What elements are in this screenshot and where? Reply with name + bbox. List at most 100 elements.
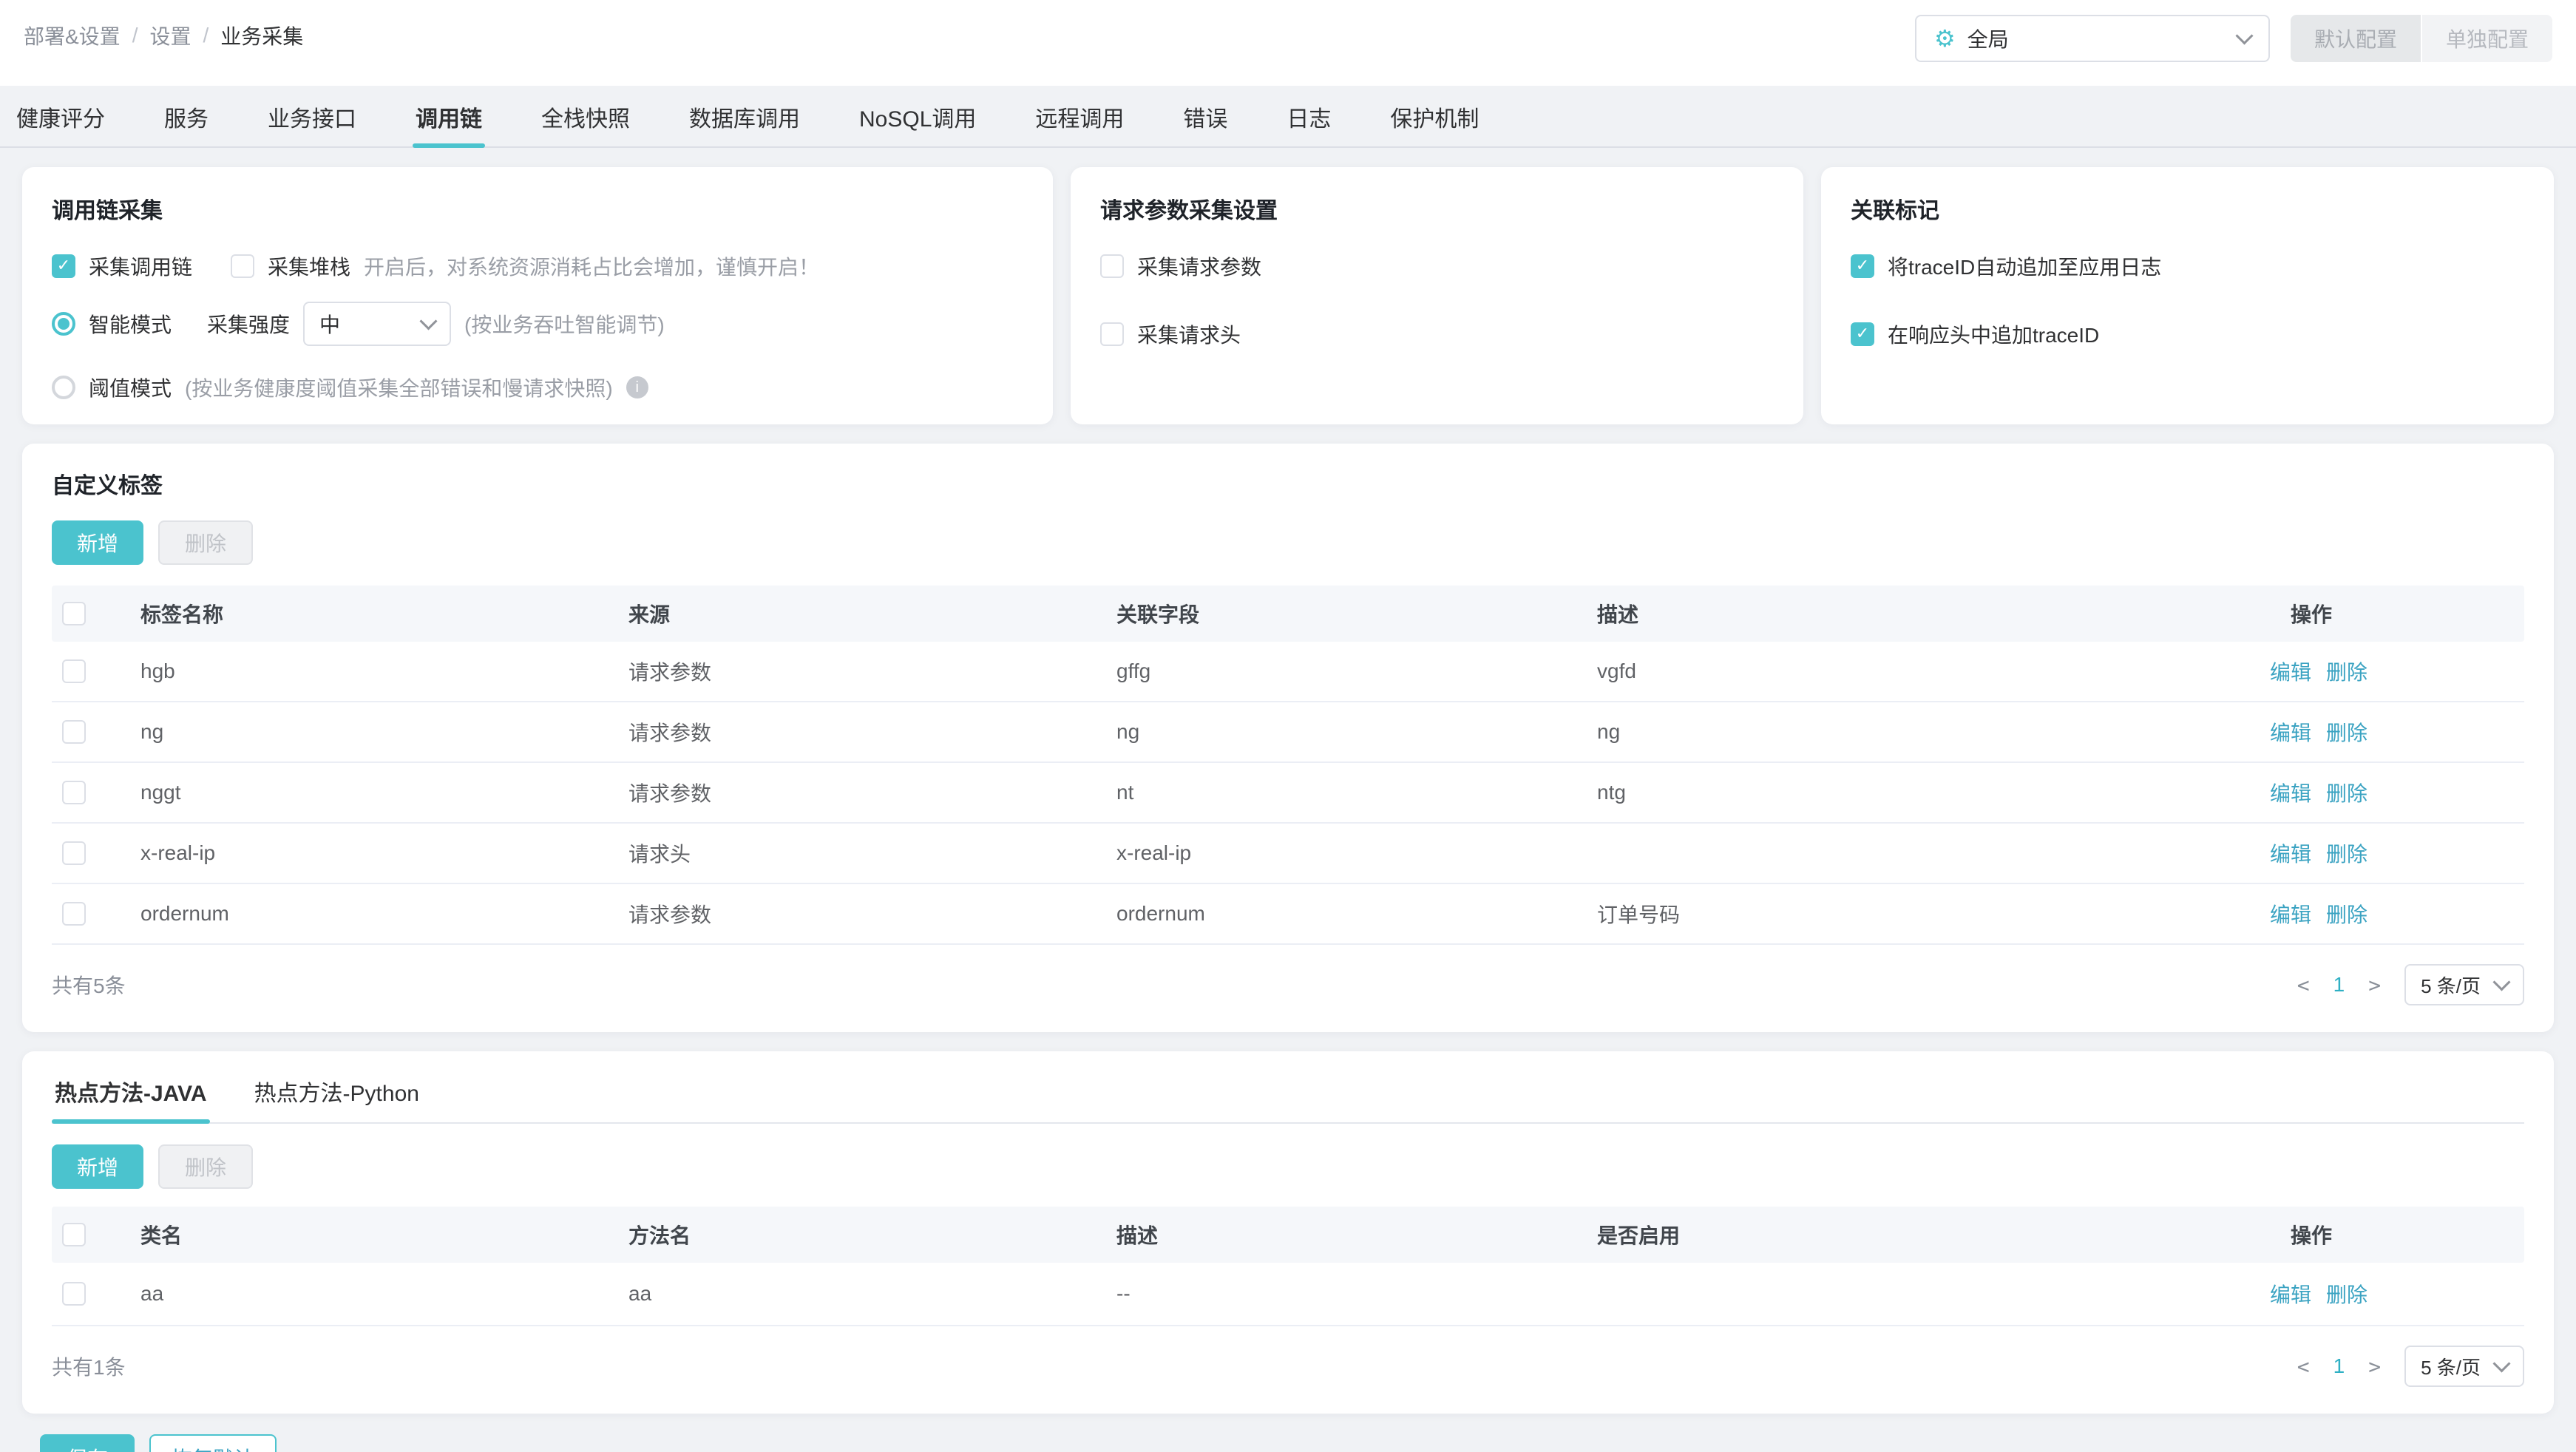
cell-field: gffg [1116,659,1151,682]
delete-method-button[interactable]: 删除 [158,1144,254,1189]
breadcrumb: 部署&设置 / 设置 / 业务采集 [24,15,303,50]
collect-trace-label: 采集调用链 [89,256,193,279]
pagination-prev-icon[interactable]: < [2297,1354,2310,1379]
page-size-select[interactable]: 5 条/页 [2404,1346,2524,1387]
delete-link[interactable]: 删除 [2326,657,2367,686]
collect-params-label: 采集请求参数 [1137,256,1262,279]
col-header-desc: 描述 [1116,1224,1159,1247]
default-config-button[interactable]: 默认配置 [2290,15,2422,62]
delete-link[interactable]: 删除 [2326,778,2367,807]
tab-hot-methods-python[interactable]: 热点方法-Python [251,1072,422,1122]
tab-nosql-call[interactable]: NoSQL调用 [856,95,979,146]
pagination-next-icon[interactable]: > [2368,1354,2381,1379]
reset-default-button[interactable]: 恢复默认 [149,1434,277,1452]
edit-link[interactable]: 编辑 [2270,778,2311,807]
edit-link[interactable]: 编辑 [2270,899,2311,929]
pagination-next-icon[interactable]: > [2368,973,2381,997]
tab-errors[interactable]: 错误 [1180,95,1230,146]
page-size-select[interactable]: 5 条/页 [2404,964,2524,1005]
select-all-checkbox[interactable] [62,1223,86,1246]
scope-select[interactable]: ⚙ 全局 [1914,15,2270,62]
row-checkbox[interactable] [62,720,86,744]
tab-business-api[interactable]: 业务接口 [265,95,359,146]
edit-link[interactable]: 编辑 [2270,717,2311,747]
edit-link[interactable]: 编辑 [2270,1279,2311,1309]
request-card-title: 请求参数采集设置 [1100,199,1278,223]
pagination-page-1[interactable]: 1 [2333,1354,2345,1378]
add-tag-button[interactable]: 新增 [52,520,144,565]
tab-remote-call[interactable]: 远程调用 [1032,95,1127,146]
chevron-down-icon [2235,26,2254,45]
col-header-field: 关联字段 [1116,603,1200,626]
tab-fullstack-snapshot[interactable]: 全栈快照 [538,95,633,146]
delete-link[interactable]: 删除 [2326,717,2367,747]
cell-tag-name: ng [140,720,164,743]
chevron-down-icon [2492,1354,2511,1373]
tab-service[interactable]: 服务 [161,95,211,146]
table-row: aa aa -- 关 编辑 删除 [52,1263,2524,1326]
collect-headers-checkbox[interactable] [1100,322,1124,346]
collect-trace-checkbox[interactable]: ✓ [52,254,75,278]
table-row: ordernum 请求参数 ordernum 订单号码 编辑 删除 [52,884,2524,945]
trace-card-title: 调用链采集 [52,199,163,223]
add-method-button[interactable]: 新增 [52,1144,144,1189]
delete-link[interactable]: 删除 [2326,838,2367,868]
delete-link[interactable]: 删除 [2326,899,2367,929]
tab-logs[interactable]: 日志 [1284,95,1334,146]
info-icon[interactable]: i [626,376,648,398]
business-collection-settings-page: 部署&设置 / 设置 / 业务采集 ⚙ 全局 默认配置 单独配置 健康评分 服务… [0,0,2576,1452]
config-mode-switch: 默认配置 单独配置 [2290,15,2552,62]
table-row: ng 请求参数 ng ng 编辑 删除 [52,702,2524,763]
cell-desc: ng [1597,720,1621,743]
tab-trace-chain[interactable]: 调用链 [413,95,485,148]
row-checkbox[interactable] [62,902,86,926]
tab-health-score[interactable]: 健康评分 [13,95,108,146]
cell-field: x-real-ip [1116,841,1192,864]
edit-link[interactable]: 编辑 [2270,657,2311,686]
intensity-label: 采集强度 [207,313,291,336]
table-row: x-real-ip 请求头 x-real-ip 编辑 删除 [52,824,2524,884]
save-button[interactable]: 保存 [40,1434,135,1452]
settings-cards-row: 调用链采集 ✓ 采集调用链 采集堆栈 开启后，对系统资源消耗占比会增加，谨慎开启… [22,167,2554,424]
top-bar: 部署&设置 / 设置 / 业务采集 ⚙ 全局 默认配置 单独配置 [0,0,2576,86]
smart-mode-radio[interactable] [52,312,75,336]
cell-tag-name: hgb [140,659,175,682]
breadcrumb-item-deploy-settings[interactable]: 部署&设置 [24,21,121,50]
breadcrumb-separator: / [132,24,138,47]
collect-params-checkbox[interactable] [1100,254,1124,278]
col-header-method-name: 方法名 [628,1224,691,1247]
relation-mark-card: 关联标记 ✓ 将traceID自动追加至应用日志 ✓ 在响应头中追加traceI… [1821,167,2554,424]
append-traceid-log-checkbox[interactable]: ✓ [1851,254,1874,278]
col-header-actions: 操作 [2291,1224,2333,1247]
edit-link[interactable]: 编辑 [2270,838,2311,868]
tab-database-call[interactable]: 数据库调用 [686,95,803,146]
pagination-page-1[interactable]: 1 [2333,973,2345,997]
trace-collection-card: 调用链采集 ✓ 采集调用链 采集堆栈 开启后，对系统资源消耗占比会增加，谨慎开启… [22,167,1053,424]
chevron-down-icon [419,311,438,330]
row-checkbox[interactable] [62,781,86,804]
col-header-actions: 操作 [2291,603,2333,626]
breadcrumb-item-settings[interactable]: 设置 [149,21,191,50]
collect-stack-checkbox[interactable] [231,254,255,278]
cell-source: 请求参数 [628,722,712,744]
col-header-desc: 描述 [1597,603,1639,626]
hot-methods-table: 类名 方法名 描述 是否启用 操作 aa aa -- 关 编辑 删除 [52,1207,2524,1326]
row-checkbox[interactable] [62,841,86,865]
table-row: nggt 请求参数 nt ntg 编辑 删除 [52,763,2524,824]
tab-protection[interactable]: 保护机制 [1387,95,1482,146]
separate-config-button[interactable]: 单独配置 [2421,15,2552,62]
tab-hot-methods-java[interactable]: 热点方法-JAVA [52,1072,210,1124]
pagination-prev-icon[interactable]: < [2297,973,2310,997]
request-params-card: 请求参数采集设置 采集请求参数 采集请求头 [1071,167,1803,424]
custom-tags-table-footer: 共有5条 < 1 > 5 条/页 [52,964,2524,1005]
col-header-enabled: 是否启用 [1597,1224,1681,1247]
row-checkbox[interactable] [62,1282,86,1306]
select-all-checkbox[interactable] [62,602,86,625]
delete-link[interactable]: 删除 [2326,1279,2367,1309]
append-traceid-response-checkbox[interactable]: ✓ [1851,322,1874,346]
delete-tag-button[interactable]: 删除 [158,520,254,565]
intensity-select[interactable]: 中 [303,302,452,346]
threshold-mode-radio[interactable] [52,376,75,399]
cell-source: 请求头 [628,843,691,866]
row-checkbox[interactable] [62,659,86,683]
